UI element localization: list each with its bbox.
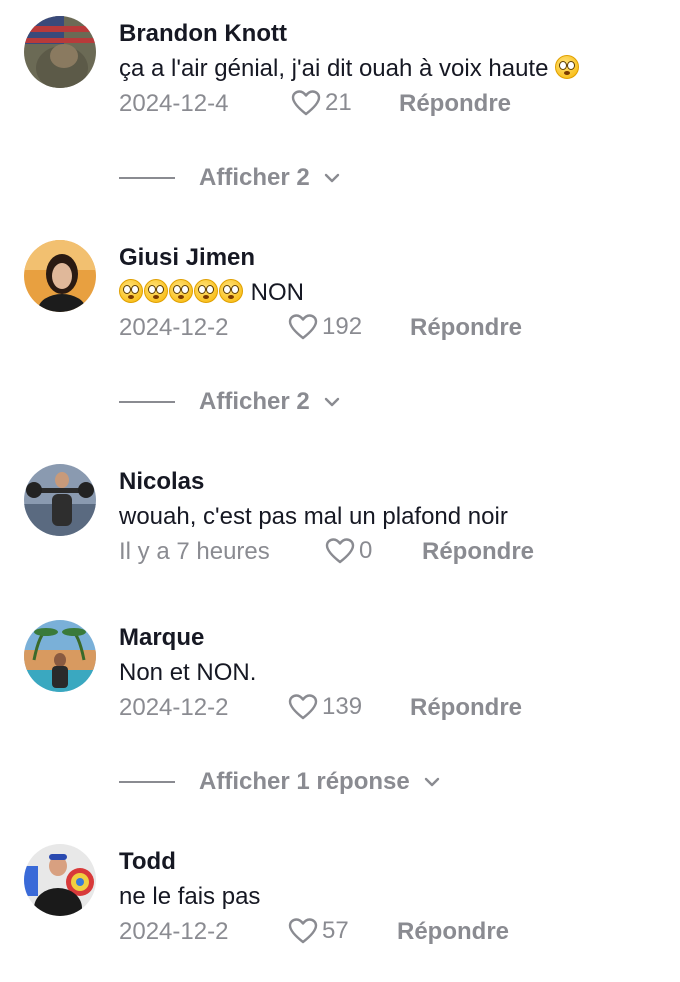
username[interactable]: Nicolas — [119, 468, 204, 496]
avatar[interactable] — [24, 620, 96, 692]
chevron-down-icon — [424, 777, 439, 787]
chevron-down-icon — [324, 173, 339, 183]
like-count: 21 — [325, 89, 352, 116]
avatar[interactable] — [24, 464, 96, 536]
view-replies-label: Afficher 1 réponse — [199, 768, 410, 795]
avatar[interactable] — [24, 16, 96, 88]
view-replies-button[interactable]: Afficher 1 réponse — [119, 767, 440, 797]
reply-button[interactable]: Répondre — [397, 918, 509, 946]
flushed-face-emoji-icon — [555, 55, 580, 79]
heart-outline-icon — [288, 918, 318, 944]
comment-text-content: NON — [250, 279, 305, 306]
heart-outline-icon — [291, 90, 321, 116]
view-replies-button[interactable]: Afficher 2 — [119, 163, 340, 193]
username[interactable]: Brandon Knott — [119, 20, 287, 48]
comment-date: 2024-12-2 — [119, 694, 229, 721]
comment-text-content: ça a l'air génial, j'ai dit ouah à voix … — [119, 55, 549, 82]
heart-outline-icon — [288, 694, 318, 720]
view-replies-button[interactable]: Afficher 2 — [119, 387, 340, 417]
comment-date: 2024-12-4 — [119, 90, 229, 117]
reply-button[interactable]: Répondre — [410, 314, 522, 342]
flushed-face-emoji-icon — [144, 279, 168, 303]
like-count: 57 — [322, 917, 349, 944]
like-button[interactable]: 21 — [291, 89, 352, 117]
divider-line — [119, 781, 175, 783]
username[interactable]: Marque — [119, 624, 204, 652]
heart-outline-icon — [325, 538, 355, 564]
comment-text: ne le fais pas — [119, 883, 260, 911]
username[interactable]: Giusi Jimen — [119, 244, 255, 272]
comment-date: 2024-12-2 — [119, 314, 229, 341]
flushed-face-emoji-icon — [119, 279, 143, 303]
divider-line — [119, 177, 175, 179]
flushed-face-emoji-icon — [194, 279, 218, 303]
comment-date: 2024-12-2 — [119, 918, 229, 945]
comment-text: Non et NON. — [119, 659, 256, 687]
avatar[interactable] — [24, 844, 96, 916]
like-button[interactable]: 192 — [288, 313, 362, 341]
comment-text-content: ne le fais pas — [119, 883, 261, 910]
divider-line — [119, 401, 175, 403]
comment-date: Il y a 7 heures — [119, 538, 270, 565]
flushed-face-emoji-icon — [219, 279, 243, 303]
comment-text: wouah, c'est pas mal un plafond noir — [119, 503, 508, 531]
like-button[interactable]: 139 — [288, 693, 362, 721]
reply-button[interactable]: Répondre — [422, 538, 534, 566]
flushed-face-emoji-icon — [169, 279, 193, 303]
like-button[interactable]: 57 — [288, 917, 349, 945]
view-replies-label: Afficher 2 — [199, 164, 310, 191]
comment-text: NON — [119, 279, 304, 307]
comment-text: ça a l'air génial, j'ai dit ouah à voix … — [119, 55, 580, 83]
username[interactable]: Todd — [119, 848, 176, 876]
like-count: 0 — [359, 537, 373, 564]
comment-text-content: wouah, c'est pas mal un plafond noir — [119, 503, 508, 530]
chevron-down-icon — [324, 397, 339, 407]
like-count: 139 — [322, 693, 363, 720]
like-count: 192 — [322, 313, 363, 340]
heart-outline-icon — [288, 314, 318, 340]
avatar[interactable] — [24, 240, 96, 312]
like-button[interactable]: 0 — [325, 537, 372, 565]
view-replies-label: Afficher 2 — [199, 388, 310, 415]
reply-button[interactable]: Répondre — [410, 694, 522, 722]
comment-text-content: Non et NON. — [119, 659, 257, 686]
reply-button[interactable]: Répondre — [399, 90, 511, 118]
